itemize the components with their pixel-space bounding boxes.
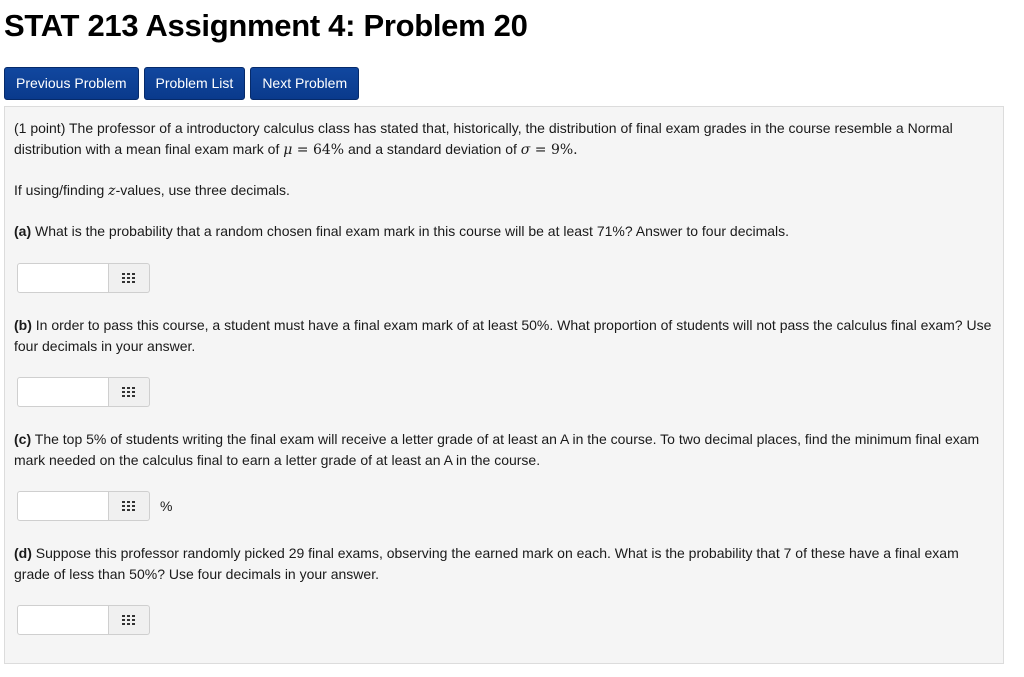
next-problem-button[interactable]: Next Problem [250,67,360,100]
part-b-label: (b) [14,317,32,333]
points-label: (1 point) [14,120,66,136]
page-title: STAT 213 Assignment 4: Problem 20 [4,8,528,43]
problem-list-button[interactable]: Problem List [143,67,246,100]
z-symbol: z [108,183,116,199]
part-d-answer-row [17,605,150,635]
z-note-pre: If using/finding [14,182,109,198]
part-c-question: (c) The top 5% of students writing the f… [14,429,995,471]
part-b-answer-input[interactable] [17,377,109,407]
part-c-answer-row: % [17,491,172,521]
grid-icon [122,387,135,397]
part-a-answer-input[interactable] [17,263,109,293]
part-b-text: In order to pass this course, a student … [14,317,992,354]
part-d-question: (d) Suppose this professor randomly pick… [14,543,995,585]
grid-icon [122,615,135,625]
previous-problem-button[interactable]: Previous Problem [4,67,139,100]
part-d-answer-input[interactable] [17,605,109,635]
problem-panel: (1 point) The professor of a introductor… [4,106,1004,664]
intro-text-2: and a standard deviation of [344,141,521,157]
part-a-label: (a) [14,223,32,239]
part-a-text: What is the probability that a random ch… [31,223,790,239]
part-d-label: (d) [14,545,32,561]
part-a-question: (a) What is the probability that a rando… [14,221,995,242]
part-c-unit: % [160,498,173,514]
part-a-answer-row [17,263,150,293]
grid-icon [122,273,135,283]
problem-intro: (1 point) The professor of a introductor… [14,118,995,161]
z-note-post: -values, use three decimals. [115,182,290,198]
part-d-grid-button[interactable] [109,605,150,635]
z-note: If using/finding z-values, use three dec… [14,180,995,202]
part-c-label: (c) [14,431,32,447]
problem-nav: Previous Problem Problem List Next Probl… [4,67,360,100]
part-c-text: The top 5% of students writing the final… [14,431,980,468]
sigma-symbol: σ [520,142,531,158]
mu-symbol: μ [283,142,293,158]
part-b-question: (b) In order to pass this course, a stud… [14,315,995,357]
part-c-answer-input[interactable] [17,491,109,521]
part-d-text: Suppose this professor randomly picked 2… [14,545,959,582]
sigma-value: = 9%. [530,142,578,158]
grid-icon [122,501,135,511]
part-b-answer-row [17,377,150,407]
part-c-grid-button[interactable] [109,491,150,521]
mu-value: = 64% [292,142,345,158]
part-a-grid-button[interactable] [109,263,150,293]
part-b-grid-button[interactable] [109,377,150,407]
